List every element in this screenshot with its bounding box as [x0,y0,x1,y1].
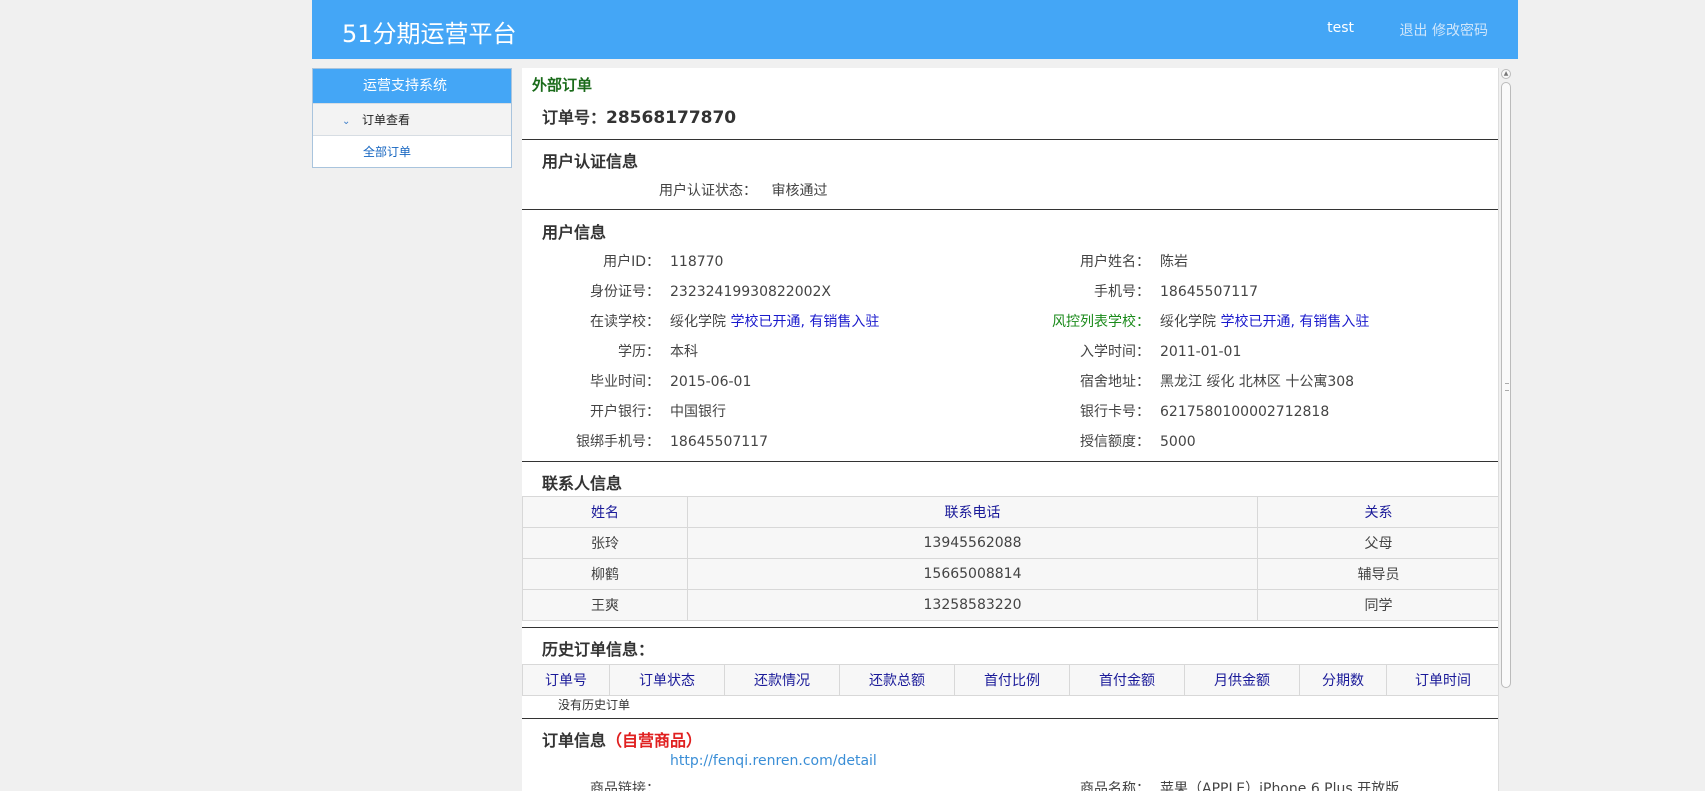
product-name-label: 商品名称： [1080,781,1150,791]
table-cell: 13945562088 [687,527,1258,559]
table-row: 张玲 13945562088 父母 [522,527,1500,559]
user-name-value: 陈岩 [1160,254,1188,270]
user-name-label: 用户姓名： [1080,254,1150,270]
table-cell: 父母 [1257,527,1500,559]
change-password-link[interactable]: 修改密码 [1432,23,1488,39]
column-header: 联系电话 [687,496,1258,528]
column-header: 订单状态 [609,664,725,696]
vertical-scrollbar[interactable]: ▲ [1498,68,1512,791]
mobile-value: 18645507117 [1160,284,1258,300]
main-content: 外部订单 订单号：28568177870 用户认证信息 用户认证状态： 审核通过… [522,68,1500,791]
column-header: 月供金额 [1184,664,1300,696]
divider [522,209,1500,210]
contacts-section-title: 联系人信息 [542,474,623,493]
divider [522,461,1500,462]
self-operated-tag: （自营商品） [606,731,703,750]
grip-icon [1505,383,1509,391]
table-cell: 张玲 [522,527,688,559]
current-user: test [1327,20,1354,36]
order-number-value: 28568177870 [606,108,737,128]
logout-link[interactable]: 退出 [1400,23,1428,39]
column-header: 关系 [1257,496,1500,528]
risk-school-note: 学校已开通, 有销售入驻 [1220,314,1370,330]
product-name-value: 苹果（APPLE）iPhone 6 Plus 开放版 [1160,781,1400,791]
auth-section-title: 用户认证信息 [542,152,639,171]
history-section-title: 历史订单信息： [542,640,655,659]
divider [522,139,1500,140]
credit-label: 授信额度： [1080,434,1150,450]
table-header-row: 姓名 联系电话 关系 [522,496,1500,528]
history-table: 订单号 订单状态 还款情况 还款总额 首付比例 首付金额 月供金额 分期数 订单… [522,664,1500,696]
column-header: 订单时间 [1386,664,1500,696]
table-cell: 15665008814 [687,558,1258,590]
user-info-row: 手机号： 18645507117 [542,281,1258,301]
user-info-row: 风控列表学校： 绥化学院 学校已开通, 有销售入驻 [542,311,1369,331]
column-header: 首付金额 [1069,664,1185,696]
table-cell: 柳鹤 [522,558,688,590]
contacts-table: 姓名 联系电话 关系 张玲 13945562088 父母 柳鹤 15665008… [522,496,1500,621]
user-info-row: 用户姓名： 陈岩 [542,251,1188,271]
order-section-title: 订单信息（自营商品） [542,727,702,751]
user-info-row: 银行卡号： 6217580100002712818 [542,401,1329,421]
divider [522,627,1500,628]
column-header: 首付比例 [954,664,1070,696]
user-info-row: 宿舍地址： 黑龙江 绥化 北林区 十公寓308 [542,371,1354,391]
page-title: 外部订单 [532,76,593,94]
auth-status-row: 用户认证状态： 审核通过 [659,180,827,200]
credit-value: 5000 [1160,434,1196,450]
header-links: 退出 修改密码 [1400,20,1488,40]
top-header: 51分期运营平台 test 退出 修改密码 [312,0,1518,59]
scroll-up-arrow-icon[interactable]: ▲ [1501,69,1511,79]
order-number: 订单号：28568177870 [542,104,736,128]
user-info-row: 入学时间： 2011-01-01 [542,341,1241,361]
order-section-label: 订单信息 [542,731,607,750]
sidebar-group-label: 订单查看 [362,113,411,127]
sidebar: 运营支持系统 ⌄ 订单查看 全部订单 [312,68,512,168]
card-no-label: 银行卡号： [1080,404,1150,420]
order-info-row: 商品名称： 苹果（APPLE）iPhone 6 Plus 开放版 [542,778,1399,791]
table-header-row: 订单号 订单状态 还款情况 还款总额 首付比例 首付金额 月供金额 分期数 订单… [522,664,1500,696]
risk-school-value: 绥化学院 [1160,314,1216,330]
table-row: 柳鹤 15665008814 辅导员 [522,558,1500,590]
chevron-down-icon: ⌄ [342,116,351,127]
user-section-title: 用户信息 [542,223,607,242]
risk-school-label: 风控列表学校： [1052,314,1150,330]
sidebar-item-all-orders[interactable]: 全部订单 [313,135,511,167]
history-empty-message: 没有历史订单 [558,698,631,712]
column-header: 还款总额 [839,664,955,696]
table-cell: 同学 [1257,589,1500,621]
mobile-label: 手机号： [1094,284,1150,300]
column-header: 姓名 [522,496,688,528]
divider [522,718,1500,719]
column-header: 还款情况 [724,664,840,696]
enroll-label: 入学时间： [1080,344,1150,360]
order-number-label: 订单号： [542,108,607,127]
sidebar-system-title[interactable]: 运营支持系统 [313,69,511,103]
sidebar-group-order-view[interactable]: ⌄ 订单查看 [313,103,511,135]
column-header: 订单号 [522,664,610,696]
column-header: 分期数 [1299,664,1387,696]
dorm-label: 宿舍地址： [1080,374,1150,390]
auth-status-value: 审核通过 [771,183,828,199]
enroll-value: 2011-01-01 [1160,344,1242,360]
table-row: 王爽 13258583220 同学 [522,589,1500,621]
product-link[interactable]: http://fenqi.renren.com/detail [670,753,877,769]
card-no-value: 6217580100002712818 [1160,404,1330,420]
dorm-value: 黑龙江 绥化 北林区 十公寓308 [1160,374,1355,390]
user-info-row: 授信额度： 5000 [542,431,1196,451]
table-cell: 辅导员 [1257,558,1500,590]
app-title: 51分期运营平台 [342,20,517,48]
auth-status-label: 用户认证状态： [659,183,757,199]
table-cell: 王爽 [522,589,688,621]
scrollbar-thumb[interactable] [1501,82,1511,688]
table-cell: 13258583220 [687,589,1258,621]
